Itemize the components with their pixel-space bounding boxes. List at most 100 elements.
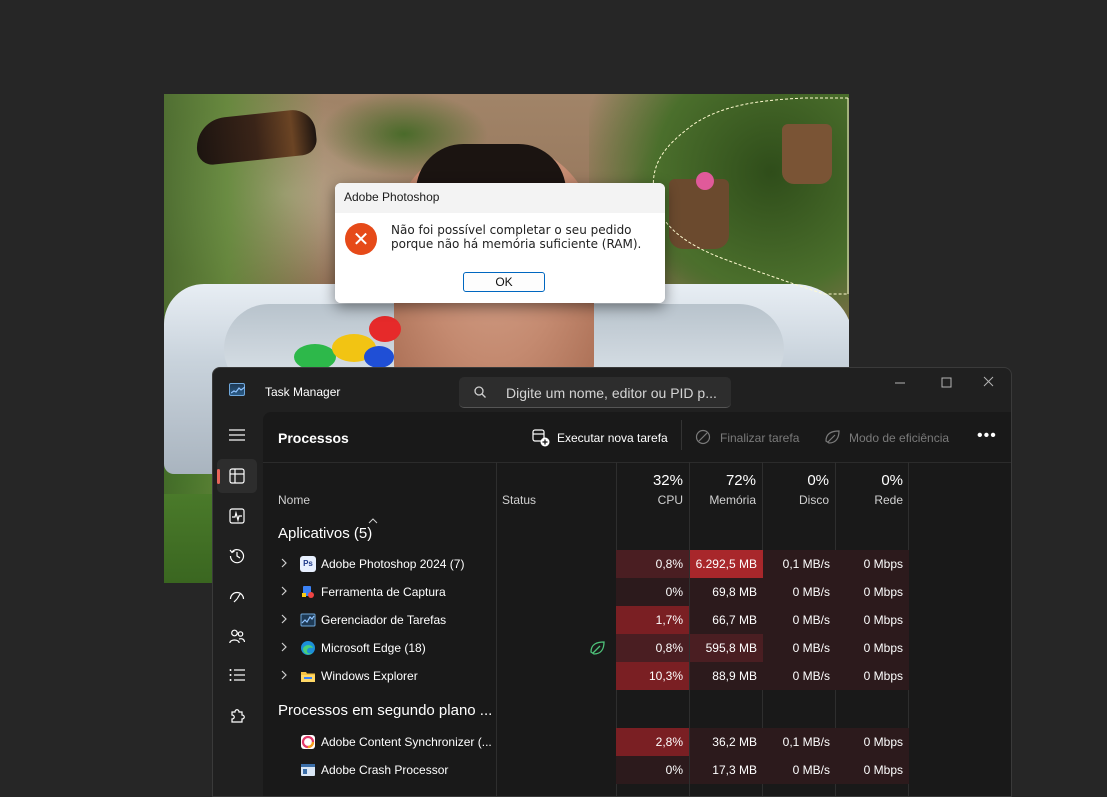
- memory-cell: 17,3 MB: [690, 756, 763, 784]
- memory-cell: 36,2 MB: [690, 728, 763, 756]
- cpu-cell: 2,8%: [616, 728, 689, 756]
- title-bar[interactable]: Task Manager Digite um nome, editor ou P…: [213, 368, 1012, 412]
- hamburger-menu-button[interactable]: [217, 419, 257, 453]
- end-task-icon: [695, 429, 711, 445]
- dialog-message: Não foi possível completar o seu pedido …: [391, 223, 642, 251]
- photoshop-error-dialog: Adobe Photoshop ✕ Não foi possível compl…: [335, 183, 665, 303]
- process-name: Adobe Content Synchronizer (...: [321, 735, 492, 749]
- window-title: Task Manager: [265, 385, 341, 399]
- disk-cell: 0 MB/s: [763, 662, 836, 690]
- group-header-background[interactable]: Processos em segundo plano ...: [278, 702, 492, 719]
- disk-cell: 0 MB/s: [763, 634, 836, 662]
- cpu-cell: 0%: [616, 578, 689, 606]
- processes-panel: Processos Executar nova tarefa Finalizar…: [263, 412, 1011, 796]
- speedometer-icon: [229, 591, 245, 603]
- creative-cloud-icon: [301, 735, 315, 749]
- memory-cell: 595,8 MB: [690, 634, 763, 662]
- desktop: Adobe Photoshop ✕ Não foi possível compl…: [0, 0, 1107, 797]
- sidebar-item-services[interactable]: [217, 699, 257, 733]
- page-title: Processos: [278, 430, 349, 446]
- chevron-right-icon[interactable]: [280, 642, 288, 652]
- close-icon[interactable]: [973, 373, 1012, 395]
- table-header: Nome Status 32% CPU 72% Memória 0% Disco…: [263, 462, 1011, 524]
- new-task-icon: [532, 429, 550, 447]
- memory-cell: 6.292,5 MB: [690, 550, 763, 578]
- puzzle-icon: [231, 709, 245, 723]
- sidebar-item-startup-apps[interactable]: [217, 579, 257, 613]
- dialog-title: Adobe Photoshop: [335, 183, 665, 213]
- cpu-cell: 10,3%: [616, 662, 689, 690]
- table-row[interactable]: Adobe Crash Processor 0% 17,3 MB 0 MB/s …: [263, 756, 1011, 784]
- task-manager-window: Task Manager Digite um nome, editor ou P…: [212, 367, 1012, 797]
- processes-icon: [229, 468, 245, 484]
- cpu-cell: 0%: [616, 756, 689, 784]
- memory-total-percent[interactable]: 72%: [690, 472, 756, 489]
- minimize-icon[interactable]: [881, 373, 921, 395]
- active-indicator: [217, 469, 220, 484]
- table-row[interactable]: Ferramenta de Captura 0% 69,8 MB 0 MB/s …: [263, 578, 1011, 606]
- chevron-right-icon[interactable]: [280, 558, 288, 568]
- search-icon: [474, 386, 486, 398]
- column-header-status[interactable]: Status: [502, 493, 536, 507]
- toolbar-divider: [681, 420, 682, 450]
- network-cell: 0 Mbps: [836, 550, 909, 578]
- snipping-tool-icon: [302, 586, 314, 598]
- edge-icon: [301, 641, 315, 655]
- sidebar-item-app-history[interactable]: [217, 539, 257, 573]
- table-row[interactable]: Ps Adobe Photoshop 2024 (7) 0,8% 6.292,5…: [263, 550, 1011, 578]
- column-header-network[interactable]: Rede: [836, 493, 903, 507]
- chevron-right-icon[interactable]: [280, 670, 288, 680]
- disk-cell: 0 MB/s: [763, 606, 836, 634]
- run-new-task-label: Executar nova tarefa: [557, 431, 668, 445]
- sort-ascending-icon[interactable]: [368, 518, 378, 524]
- chevron-right-icon[interactable]: [280, 586, 288, 596]
- ok-button[interactable]: OK: [463, 272, 545, 292]
- table-row[interactable]: Gerenciador de Tarefas 1,7% 66,7 MB 0 MB…: [263, 606, 1011, 634]
- photoshop-icon: Ps: [300, 556, 316, 572]
- cpu-cell: 0,8%: [616, 550, 689, 578]
- sidebar-item-performance[interactable]: [217, 499, 257, 533]
- error-icon: ✕: [345, 223, 377, 255]
- network-total-percent[interactable]: 0%: [836, 472, 903, 489]
- list-icon: [229, 669, 245, 681]
- process-name: Adobe Crash Processor: [321, 763, 449, 777]
- column-header-name[interactable]: Nome: [278, 493, 310, 507]
- network-cell: 0 Mbps: [836, 578, 909, 606]
- disk-cell: 0 MB/s: [763, 578, 836, 606]
- disk-cell: 0 MB/s: [763, 756, 836, 784]
- end-task-label: Finalizar tarefa: [720, 431, 800, 445]
- more-options-button[interactable]: •••: [977, 427, 997, 445]
- toolbar: Processos Executar nova tarefa Finalizar…: [263, 412, 1011, 462]
- disk-cell: 0,1 MB/s: [763, 550, 836, 578]
- task-manager-icon: [300, 613, 316, 627]
- table-row[interactable]: Adobe Content Synchronizer (... 2,8% 36,…: [263, 728, 1011, 756]
- network-cell: 0 Mbps: [836, 728, 909, 756]
- sidebar-item-users[interactable]: [217, 619, 257, 653]
- table-row[interactable]: Microsoft Edge (18) 0,8% 595,8 MB 0 MB/s…: [263, 634, 1011, 662]
- column-header-memory[interactable]: Memória: [690, 493, 756, 507]
- process-name: Windows Explorer: [321, 669, 418, 683]
- cpu-total-percent[interactable]: 32%: [616, 472, 683, 489]
- search-input[interactable]: Digite um nome, editor ou PID p...: [459, 377, 731, 408]
- network-cell: 0 Mbps: [836, 606, 909, 634]
- sidebar-item-details[interactable]: [217, 659, 257, 693]
- memory-cell: 69,8 MB: [690, 578, 763, 606]
- process-name: Gerenciador de Tarefas: [321, 613, 447, 627]
- dialog-body: ✕ Não foi possível completar o seu pedid…: [335, 213, 665, 303]
- chevron-right-icon[interactable]: [280, 614, 288, 624]
- hamburger-icon: [229, 429, 245, 441]
- column-header-disk[interactable]: Disco: [763, 493, 829, 507]
- maximize-icon[interactable]: [927, 373, 967, 395]
- column-header-cpu[interactable]: CPU: [616, 493, 683, 507]
- memory-cell: 66,7 MB: [690, 606, 763, 634]
- table-row[interactable]: Windows Explorer 10,3% 88,9 MB 0 MB/s 0 …: [263, 662, 1011, 690]
- efficiency-leaf-icon: [590, 641, 605, 655]
- memory-cell: 88,9 MB: [690, 662, 763, 690]
- sidebar-item-processes[interactable]: [217, 459, 257, 493]
- disk-total-percent[interactable]: 0%: [763, 472, 829, 489]
- group-header-apps[interactable]: Aplicativos (5): [278, 525, 372, 542]
- folder-icon: [301, 672, 315, 682]
- history-icon: [229, 549, 245, 564]
- app-window-icon: [301, 764, 315, 776]
- network-cell: 0 Mbps: [836, 756, 909, 784]
